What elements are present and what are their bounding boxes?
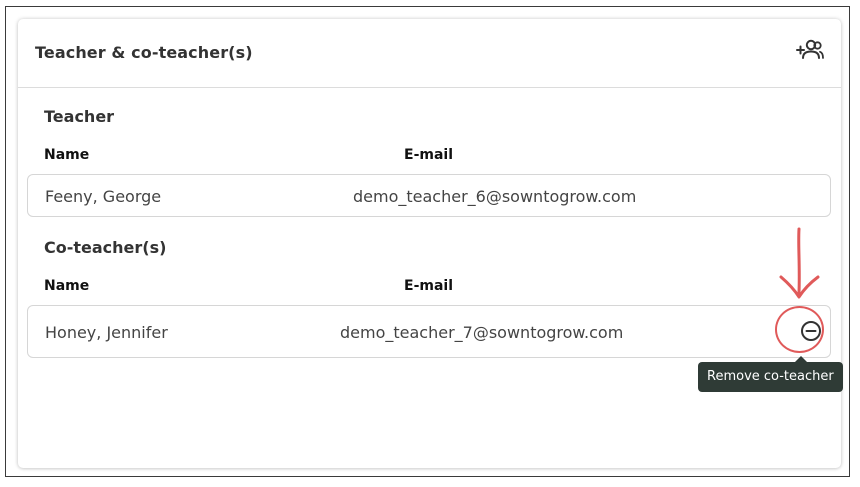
teacher-row: Feeny, George demo_teacher_6@sowntogrow.… [27, 174, 831, 217]
card-header: Teacher & co-teacher(s) [18, 19, 841, 88]
teacher-email-cell: demo_teacher_6@sowntogrow.com [353, 187, 637, 206]
coteacher-name-header: Name [44, 278, 90, 294]
red-arrow-down-icon [779, 227, 820, 299]
teacher-name-cell: Feeny, George [45, 187, 162, 206]
teachers-card: Teacher & co-teacher(s) Teacher Name E-m… [18, 19, 843, 468]
coteacher-name-cell: Honey, Jennifer [45, 323, 168, 342]
remove-circle-icon[interactable] [800, 320, 822, 342]
coteacher-section-title: Co-teacher(s) [44, 238, 167, 257]
tooltip-text: Remove co-teacher [707, 369, 834, 384]
card-title: Teacher & co-teacher(s) [35, 43, 253, 62]
teacher-section-title: Teacher [44, 107, 115, 126]
remove-coteacher-tooltip: Remove co-teacher [698, 356, 843, 392]
teacher-name-header: Name [44, 147, 90, 163]
coteacher-row: Honey, Jennifer demo_teacher_7@sowntogro… [27, 305, 831, 358]
coteacher-email-header: E-mail [404, 278, 454, 294]
coteacher-email-cell: demo_teacher_7@sowntogrow.com [340, 323, 624, 342]
tooltip-caret [795, 356, 807, 362]
teacher-email-header: E-mail [404, 147, 454, 163]
add-person-icon[interactable] [796, 39, 824, 61]
